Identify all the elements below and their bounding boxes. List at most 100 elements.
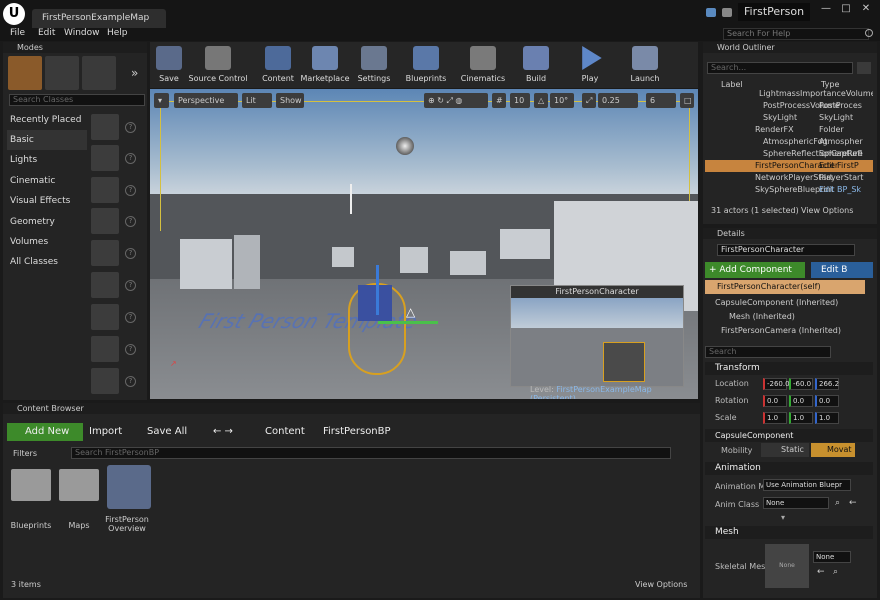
- chevron-down-icon[interactable]: ▾: [781, 513, 785, 522]
- help-icon[interactable]: ?: [125, 153, 136, 164]
- help-icon[interactable]: ?: [125, 344, 136, 355]
- blueprint-asset-icon[interactable]: [107, 465, 151, 509]
- details-tab[interactable]: Details: [703, 228, 877, 239]
- add-new-button[interactable]: Add New: [7, 423, 83, 441]
- help-icon[interactable]: ?: [125, 312, 136, 323]
- chat-icon[interactable]: [722, 8, 732, 17]
- help-icon[interactable]: ?: [125, 185, 136, 196]
- pawn-asset-icon[interactable]: [91, 177, 119, 203]
- search-icon[interactable]: [865, 29, 873, 37]
- gizmo-y-axis[interactable]: [378, 321, 438, 324]
- cube-asset-icon[interactable]: [91, 272, 119, 298]
- capsule-component-item[interactable]: CapsuleComponent (Inherited): [715, 298, 838, 307]
- actor-name-field[interactable]: FirstPersonCharacter: [717, 244, 855, 256]
- menu-edit[interactable]: Edit: [38, 28, 55, 38]
- category-lights[interactable]: Lights: [7, 150, 87, 170]
- nav-arrows-icon[interactable]: ← →: [213, 423, 233, 441]
- level-viewport[interactable]: First Person Template △ ↗ ▾ Perspective …: [150, 89, 698, 399]
- cone-asset-icon[interactable]: [91, 368, 119, 394]
- outliner-row-selected[interactable]: FirstPersonCharacter Edit FirstP: [705, 160, 873, 172]
- static-button[interactable]: Static: [761, 443, 809, 457]
- scale-y-field[interactable]: 1.0: [789, 412, 813, 424]
- search-icon[interactable]: ⌕: [833, 567, 838, 577]
- gizmo-z-axis[interactable]: [376, 265, 379, 315]
- mesh-section[interactable]: Mesh: [705, 526, 873, 539]
- help-icon[interactable]: ?: [125, 216, 136, 227]
- scale-z-field[interactable]: 1.0: [815, 412, 839, 424]
- cube-mesh[interactable]: [450, 251, 486, 275]
- category-all-classes[interactable]: All Classes: [7, 252, 87, 272]
- character-mesh[interactable]: [358, 285, 392, 321]
- add-folder-icon[interactable]: [857, 62, 871, 74]
- content-button[interactable]: Content: [260, 44, 296, 86]
- help-icon[interactable]: ?: [125, 248, 136, 259]
- close-button[interactable]: ✕: [858, 3, 874, 17]
- outliner-row[interactable]: AtmosphericFog Atmospher: [705, 136, 873, 148]
- grid-snap-icon[interactable]: #: [492, 93, 506, 108]
- content-browser-tab[interactable]: Content Browser: [3, 403, 700, 414]
- search-icon[interactable]: ⌕: [835, 498, 840, 508]
- outliner-row[interactable]: PostProcessVolume PostProces: [705, 100, 873, 112]
- mesh-component-item[interactable]: Mesh (Inherited): [729, 312, 795, 321]
- play-button[interactable]: Play: [574, 44, 606, 86]
- show-button[interactable]: Show: [276, 93, 304, 108]
- lit-button[interactable]: Lit: [242, 93, 272, 108]
- category-cinematic[interactable]: Cinematic: [7, 171, 87, 191]
- category-basic[interactable]: Basic: [7, 130, 87, 150]
- settings-button[interactable]: Settings: [356, 44, 392, 86]
- light-arrow[interactable]: [350, 184, 362, 214]
- help-icon[interactable]: ?: [125, 376, 136, 387]
- anim-class-dropdown[interactable]: None: [763, 497, 829, 509]
- outliner-row[interactable]: SkyLight SkyLight: [705, 112, 873, 124]
- view-options-button[interactable]: View Options: [635, 580, 687, 589]
- transform-tools[interactable]: ⊕ ↻ ⤢ ◍: [424, 93, 488, 108]
- scale-x-field[interactable]: 1.0: [763, 412, 787, 424]
- sphere-asset-icon[interactable]: [91, 304, 119, 330]
- blueprints-button[interactable]: Blueprints: [404, 44, 448, 86]
- scale-snap-icon[interactable]: ⤢: [582, 93, 596, 108]
- maximize-viewport-button[interactable]: □: [680, 93, 694, 108]
- details-search-input[interactable]: Search: [705, 346, 831, 358]
- document-tab[interactable]: FirstPersonExampleMap: [32, 9, 166, 28]
- skeletal-mesh-thumbnail[interactable]: None: [765, 544, 809, 588]
- point-light-asset-icon[interactable]: [91, 208, 119, 234]
- self-component[interactable]: FirstPersonCharacter(self): [705, 280, 865, 294]
- arrow-left-icon[interactable]: ←: [849, 498, 857, 508]
- location-x-field[interactable]: -260.0: [763, 378, 790, 390]
- location-z-field[interactable]: 266.2: [815, 378, 839, 390]
- build-button[interactable]: Build: [520, 44, 552, 86]
- menu-file[interactable]: File: [10, 28, 25, 38]
- world-outliner-tab[interactable]: World Outliner: [703, 42, 877, 53]
- outliner-search-input[interactable]: Search...: [707, 62, 853, 74]
- camera-component-item[interactable]: FirstPersonCamera (Inherited): [721, 326, 841, 335]
- player-start-asset-icon[interactable]: [91, 240, 119, 266]
- rotation-x-field[interactable]: 0.0: [763, 395, 787, 407]
- cinematics-button[interactable]: Cinematics: [460, 44, 506, 86]
- marketplace-button[interactable]: Marketplace: [300, 44, 350, 86]
- folder-icon[interactable]: [11, 469, 51, 501]
- rotation-snap-value[interactable]: 10°: [550, 93, 574, 108]
- source-control-button[interactable]: Source Control: [188, 44, 248, 86]
- cube-mesh[interactable]: [400, 247, 428, 273]
- outliner-row[interactable]: SkySphereBlueprint Edit BP_Sk: [705, 184, 873, 196]
- grid-snap-value[interactable]: 10: [510, 93, 530, 108]
- path-firstpersonbp[interactable]: FirstPersonBP: [323, 423, 391, 441]
- scale-snap-value[interactable]: 0.25: [598, 93, 638, 108]
- rotation-z-field[interactable]: 0.0: [815, 395, 839, 407]
- category-visual-effects[interactable]: Visual Effects: [7, 191, 87, 211]
- folder-icon[interactable]: [59, 469, 99, 501]
- cube-mesh[interactable]: [180, 239, 232, 289]
- anim-mode-dropdown[interactable]: Use Animation Bluepr: [763, 479, 851, 491]
- search-help-input[interactable]: Search For Help: [723, 28, 869, 40]
- help-icon[interactable]: ?: [125, 122, 136, 133]
- rotation-y-field[interactable]: 0.0: [789, 395, 813, 407]
- location-y-field[interactable]: -60.0: [789, 378, 813, 390]
- transform-section[interactable]: Transform: [705, 362, 873, 375]
- rotation-snap-icon[interactable]: △: [534, 93, 548, 108]
- outliner-row[interactable]: SphereReflectionCapture SphereRefl: [705, 148, 873, 160]
- menu-window[interactable]: Window: [64, 28, 100, 38]
- cube-mesh[interactable]: [332, 247, 354, 267]
- viewport-options-dropdown[interactable]: ▾: [154, 93, 169, 108]
- skeletal-mesh-dropdown[interactable]: None: [813, 551, 851, 563]
- menu-help[interactable]: Help: [107, 28, 128, 38]
